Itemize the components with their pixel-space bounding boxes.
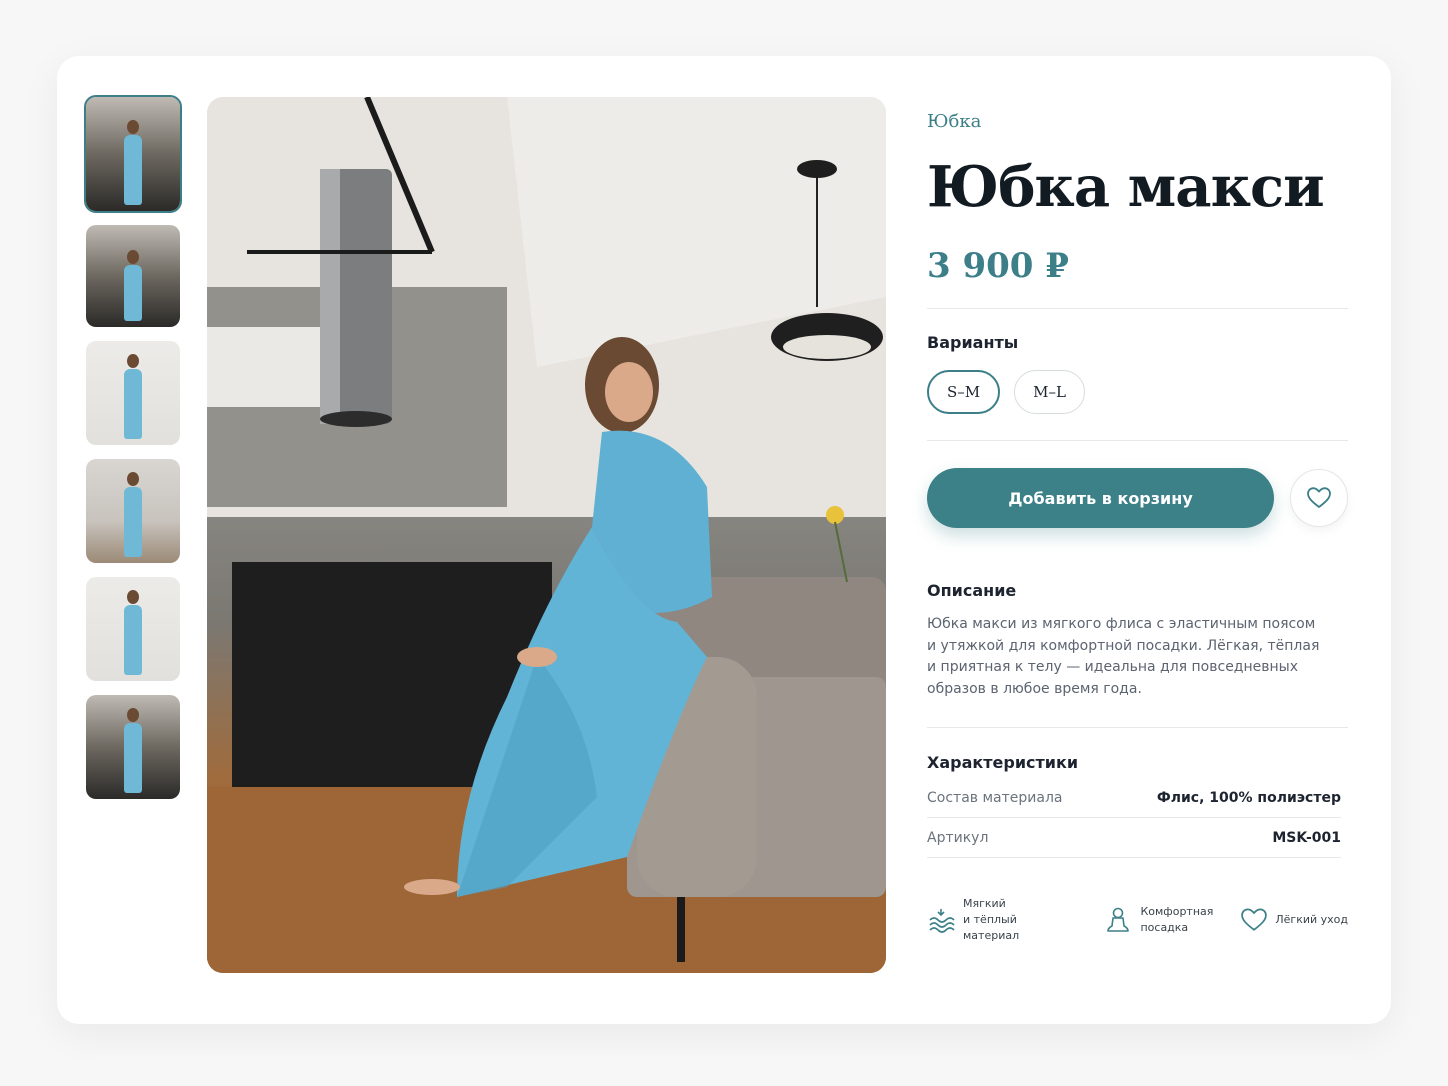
feature-item: Комфортная посадка — [1104, 896, 1213, 944]
thumbnail-2[interactable] — [86, 225, 180, 327]
description-text: Юбка макси из мягкого флиса с эластичным… — [927, 616, 1320, 697]
spec-key: Состав материала — [927, 789, 1063, 806]
soft-material-icon — [929, 909, 955, 933]
purchase-actions: Добавить в корзину — [927, 468, 1349, 528]
breadcrumb-category[interactable]: Юбка — [927, 111, 1349, 132]
thumbnail-6[interactable] — [86, 695, 180, 799]
spec-value: MSK-001 — [1272, 829, 1341, 846]
feature-line: посадка — [1140, 921, 1189, 934]
specs-title: Характеристики — [927, 753, 1079, 772]
divider — [927, 308, 1348, 309]
feature-line: и тёплый материал — [963, 913, 1020, 942]
add-to-cart-button[interactable]: Добавить в корзину — [927, 468, 1274, 528]
feature-line: Мягкий — [963, 897, 1006, 910]
comfort-fit-icon — [1107, 907, 1130, 932]
feature-item: Лёгкий уход — [1241, 896, 1348, 944]
feature-line: Комфортная — [1140, 905, 1214, 918]
spec-row: Состав материала Флис, 100% полиэстер — [927, 778, 1341, 818]
heart-icon — [1241, 908, 1268, 931]
main-product-photo[interactable] — [207, 97, 886, 973]
feature-item: Мягкий и тёплый материал — [927, 896, 1076, 944]
heart-icon — [1307, 487, 1331, 508]
thumbnail-4[interactable] — [86, 459, 180, 563]
spec-key: Артикул — [927, 829, 989, 846]
divider — [927, 727, 1348, 728]
product-card: Юбка Юбка макси 3 900 ₽ Варианты S–M M–L… — [57, 56, 1391, 1024]
product-photo-illustration — [207, 97, 886, 973]
thumbnail-1[interactable] — [84, 95, 182, 213]
thumbnail-5[interactable] — [86, 577, 180, 681]
description-title: Описание — [927, 581, 1017, 600]
variant-selector: S–M M–L — [927, 370, 1349, 414]
divider — [927, 440, 1348, 441]
thumbnail-gallery — [84, 95, 184, 813]
variant-option-s-m[interactable]: S–M — [927, 370, 1001, 414]
spec-row: Артикул MSK-001 — [927, 818, 1341, 858]
feature-list: Мягкий и тёплый материал Комфортная поса… — [927, 896, 1348, 944]
product-title: Юбка макси — [927, 154, 1325, 220]
variants-label: Варианты — [927, 333, 1019, 352]
variant-option-m-l[interactable]: M–L — [1014, 370, 1085, 414]
product-info: Юбка Юбка макси 3 900 ₽ Варианты S–M M–L… — [927, 111, 1349, 944]
feature-line: Лёгкий уход — [1275, 913, 1349, 926]
product-price: 3 900 ₽ — [927, 246, 1069, 286]
favorite-button[interactable] — [1290, 469, 1348, 527]
thumbnail-3[interactable] — [86, 341, 180, 445]
spec-value: Флис, 100% полиэстер — [1156, 789, 1341, 806]
